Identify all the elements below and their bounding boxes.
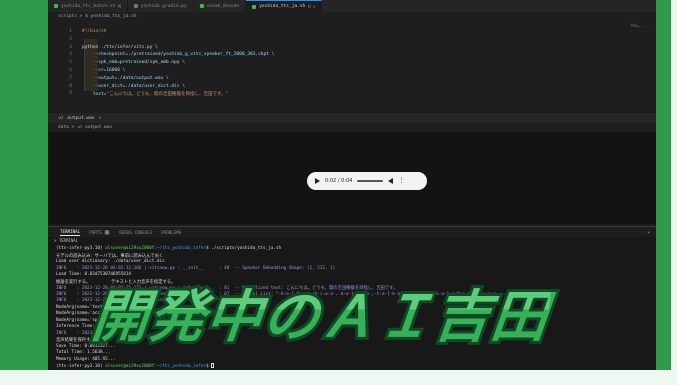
play-icon[interactable] — [315, 178, 320, 184]
panel-tab-label: TERMINAL — [60, 228, 81, 234]
code-token: --spk_emb=pretrained/spk_emb.npy \ — [82, 60, 185, 66]
editor-tab-label: yoshida.gradio.py — [140, 3, 187, 9]
code-line[interactable]: 5 --spk_emb=pretrained/spk_emb.npy \ — [48, 60, 656, 68]
file-type-icon — [54, 4, 58, 8]
more-options-icon[interactable]: ⋮ — [398, 178, 404, 184]
line-number: 2 — [69, 36, 72, 42]
code-token: --output=./data/output.wav \ — [82, 75, 169, 81]
code-token: --checkpoint=./pretrained/yoshida_g_vits… — [82, 52, 275, 58]
editor-tab[interactable]: yoshida_tts_batch.sh M — [48, 0, 128, 12]
terminal-token: Load Time: 0.8347530746955814 — [56, 272, 132, 277]
line-number: 7 — [69, 75, 72, 81]
audio-file-icon: ◁) — [58, 115, 64, 121]
code-line[interactable]: 8 --user_dict=./data/user_dict.dic \ — [48, 84, 656, 92]
editor-tab[interactable]: yoshida_tts_ja.sh U × — [246, 0, 323, 12]
code-line[interactable]: 7 --output=./data/output.wav \ — [48, 76, 656, 84]
code-text: python ./tts/infer/vits.py \ — [82, 45, 158, 50]
green-border-left — [0, 0, 48, 370]
audio-player[interactable]: 0:02 / 0:04 ⋮ — [307, 172, 427, 190]
editor-tab-bar: yoshida_tts_batch.sh Myoshida.gradio.py vo… — [48, 0, 656, 12]
code-token: python ./tts/infer/vits.py \ — [82, 44, 158, 50]
panel-tab[interactable]: PROBLEMS — [161, 230, 181, 235]
green-border-right — [656, 0, 671, 370]
editor-tab-label: yoshida_tts_batch.sh — [61, 3, 116, 9]
volume-icon[interactable] — [388, 178, 394, 184]
preview-tab-bar: ◁) output.wav × — [48, 113, 656, 123]
audio-progress-track[interactable] — [357, 180, 384, 182]
terminal-token: $ ./scripts/yoshida_tts_ja.sh — [206, 246, 282, 251]
code-text: --output=./data/output.wav \ — [82, 76, 169, 81]
file-type-icon — [133, 4, 138, 8]
panel-tab-bar: TERMINAL PORTS 8 DEBUG CONSOLE PROBLEMS + — [48, 226, 656, 237]
code-text: --sr=16000 \ — [82, 68, 126, 73]
code-line[interactable]: 9 text="こんにちは。どうも、開の吉田樹雄を目指し、吉田です。" — [48, 91, 656, 99]
terminal-token: INFO : 2023-12-20 04:02:12,166 | vitsnow… — [56, 265, 336, 271]
line-number: 4 — [69, 52, 72, 58]
editor-tab[interactable]: vocab_decode — [194, 0, 247, 12]
count-badge: 8 — [103, 229, 111, 235]
terminal-token: alsuser@ai29xx2000f — [105, 246, 155, 251]
file-type-icon — [199, 4, 204, 8]
blame-hint: You, ... — [630, 23, 650, 28]
video-title-overlay: 開発中のＡＩ吉田 開発中のＡＩ吉田 — [86, 282, 612, 382]
panel-tab-label: PROBLEMS — [161, 229, 182, 235]
panel-tab[interactable]: TERMINAL — [60, 228, 81, 236]
code-token: #!/bin/sh — [82, 29, 107, 34]
terminal-token: モデルの読み込み：サーバでは、事前に読み込んでおく — [56, 253, 164, 259]
editor-tab-label: yoshida_tts_ja.sh — [259, 4, 306, 9]
terminal-token: Load user dictionary: ./data/user_dict.d… — [56, 259, 165, 264]
line-number: 9 — [69, 91, 72, 97]
line-number: 1 — [69, 29, 72, 34]
code-token: text= — [82, 92, 107, 98]
code-line[interactable]: 3 python ./tts/infer/vits.py \ — [48, 45, 656, 53]
code-token: --sr=16000 \ — [82, 68, 126, 73]
code-text: --spk_emb=pretrained/spk_emb.npy \ — [82, 60, 185, 65]
audio-time: 0:02 / 0:04 — [325, 178, 353, 184]
code-line[interactable]: 1 #!/bin/sh — [48, 29, 656, 37]
editor-tab-label: vocab_decode — [206, 3, 240, 9]
tab-output-wav[interactable]: output.wav — [67, 116, 94, 121]
code-token: --user_dict=./data/user_dict.dic \ — [82, 83, 185, 89]
panel-tab[interactable]: PORTS 8 — [89, 229, 111, 235]
line-number: 5 — [69, 60, 72, 66]
video-frame: yoshida_tts_batch.sh Myoshida.gradio.py vo… — [0, 0, 677, 385]
terminal-token: :~/tts_yoshida_infer — [154, 246, 207, 251]
code-line[interactable]: 4 --checkpoint=./pretrained/yoshida_g_vi… — [48, 52, 656, 60]
audio-preview-panel: 0:02 / 0:04 ⋮ — [48, 132, 656, 224]
line-number: 3 — [69, 44, 72, 50]
terminal-section-title[interactable]: > TERMINAL — [48, 237, 656, 244]
code-text: #!/bin/sh — [82, 29, 106, 34]
editor-tab[interactable]: yoshida.gradio.py — [128, 0, 194, 12]
panel-tab[interactable]: DEBUG CONSOLE — [119, 230, 152, 235]
tab-status-close[interactable]: M — [118, 4, 120, 9]
code-text: --checkpoint=./pretrained/yoshida_g_vits… — [82, 52, 275, 58]
line-number: 6 — [69, 68, 72, 73]
new-terminal-icon[interactable]: + — [647, 230, 650, 235]
breadcrumb[interactable]: scripts > $ yoshida_tts_ja.sh — [48, 12, 656, 21]
file-type-icon — [252, 4, 257, 9]
terminal-token: (tts-infer-py3.10) — [56, 246, 106, 251]
code-line[interactable]: 2 — [48, 37, 656, 45]
panel-tab-label: DEBUG CONSOLE — [119, 229, 153, 235]
code-text: --user_dict=./data/user_dict.dic \ — [82, 84, 185, 89]
preview-breadcrumb[interactable]: data > ◁) output.wav — [48, 123, 656, 132]
tab-status-close[interactable]: U × — [308, 4, 315, 9]
line-number: 8 — [69, 83, 72, 89]
code-token: "こんにちは。どうも、開の吉田樹雄を目指し、吉田です。" — [106, 92, 229, 98]
code-text: text="こんにちは。どうも、開の吉田樹雄を目指し、吉田です。" — [82, 91, 228, 97]
code-line[interactable]: 6 --sr=16000 \ — [48, 68, 656, 76]
panel-tab-label: PORTS — [89, 229, 102, 235]
code-editor[interactable]: You, ... 1 #!/bin/sh 2 3 python ./tts/infer/… — [48, 21, 656, 113]
close-icon[interactable]: × — [99, 116, 102, 121]
